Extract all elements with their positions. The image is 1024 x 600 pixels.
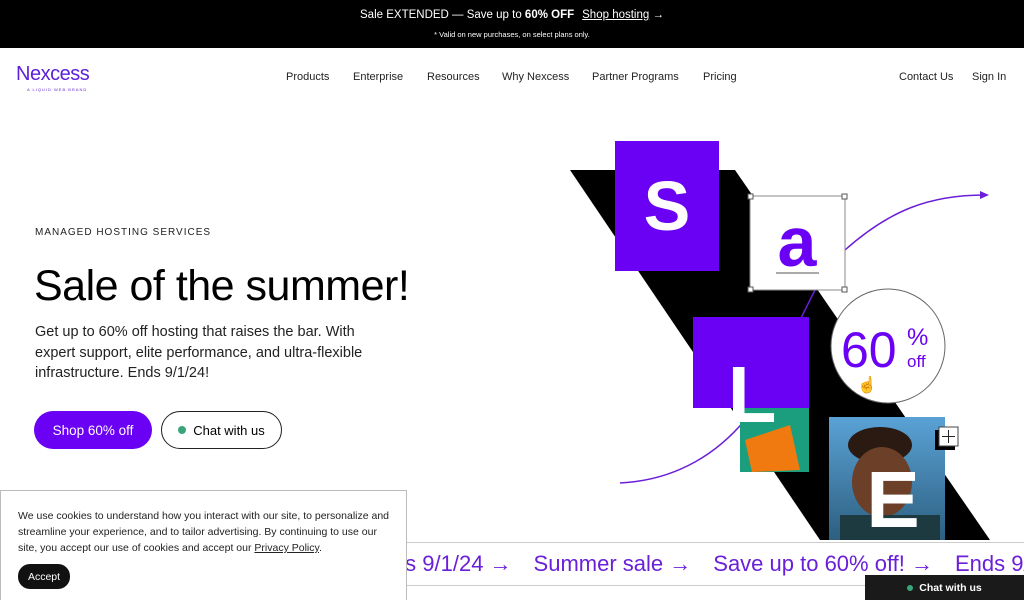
chat-widget-label: Chat with us	[919, 581, 982, 594]
badge-percent: %	[907, 324, 928, 351]
letter-a: a	[778, 203, 818, 281]
letter-s: S	[644, 167, 691, 245]
privacy-policy-link[interactable]: Privacy Policy	[254, 542, 319, 554]
letter-e: E	[866, 455, 919, 544]
marquee-item: Ends 9/1/24 →	[955, 551, 1024, 576]
arrow-head-icon	[980, 191, 989, 199]
chat-widget[interactable]: Chat with us	[865, 575, 1024, 600]
letter-l: L	[728, 350, 777, 439]
curve-line	[619, 419, 746, 484]
marquee-item: Save up to 60% off! →	[713, 551, 933, 576]
marquee-item: Summer sale →	[533, 551, 692, 576]
hand-cursor-icon: ☝	[857, 375, 877, 394]
badge-off: off	[907, 352, 926, 371]
cookie-text: We use cookies to understand how you int…	[18, 510, 390, 554]
badge-number: 60	[841, 322, 897, 378]
accept-cookies-button[interactable]: Accept	[18, 564, 70, 589]
cookie-banner: We use cookies to understand how you int…	[0, 490, 407, 600]
online-status-dot	[907, 584, 914, 591]
curve-line	[844, 194, 986, 251]
